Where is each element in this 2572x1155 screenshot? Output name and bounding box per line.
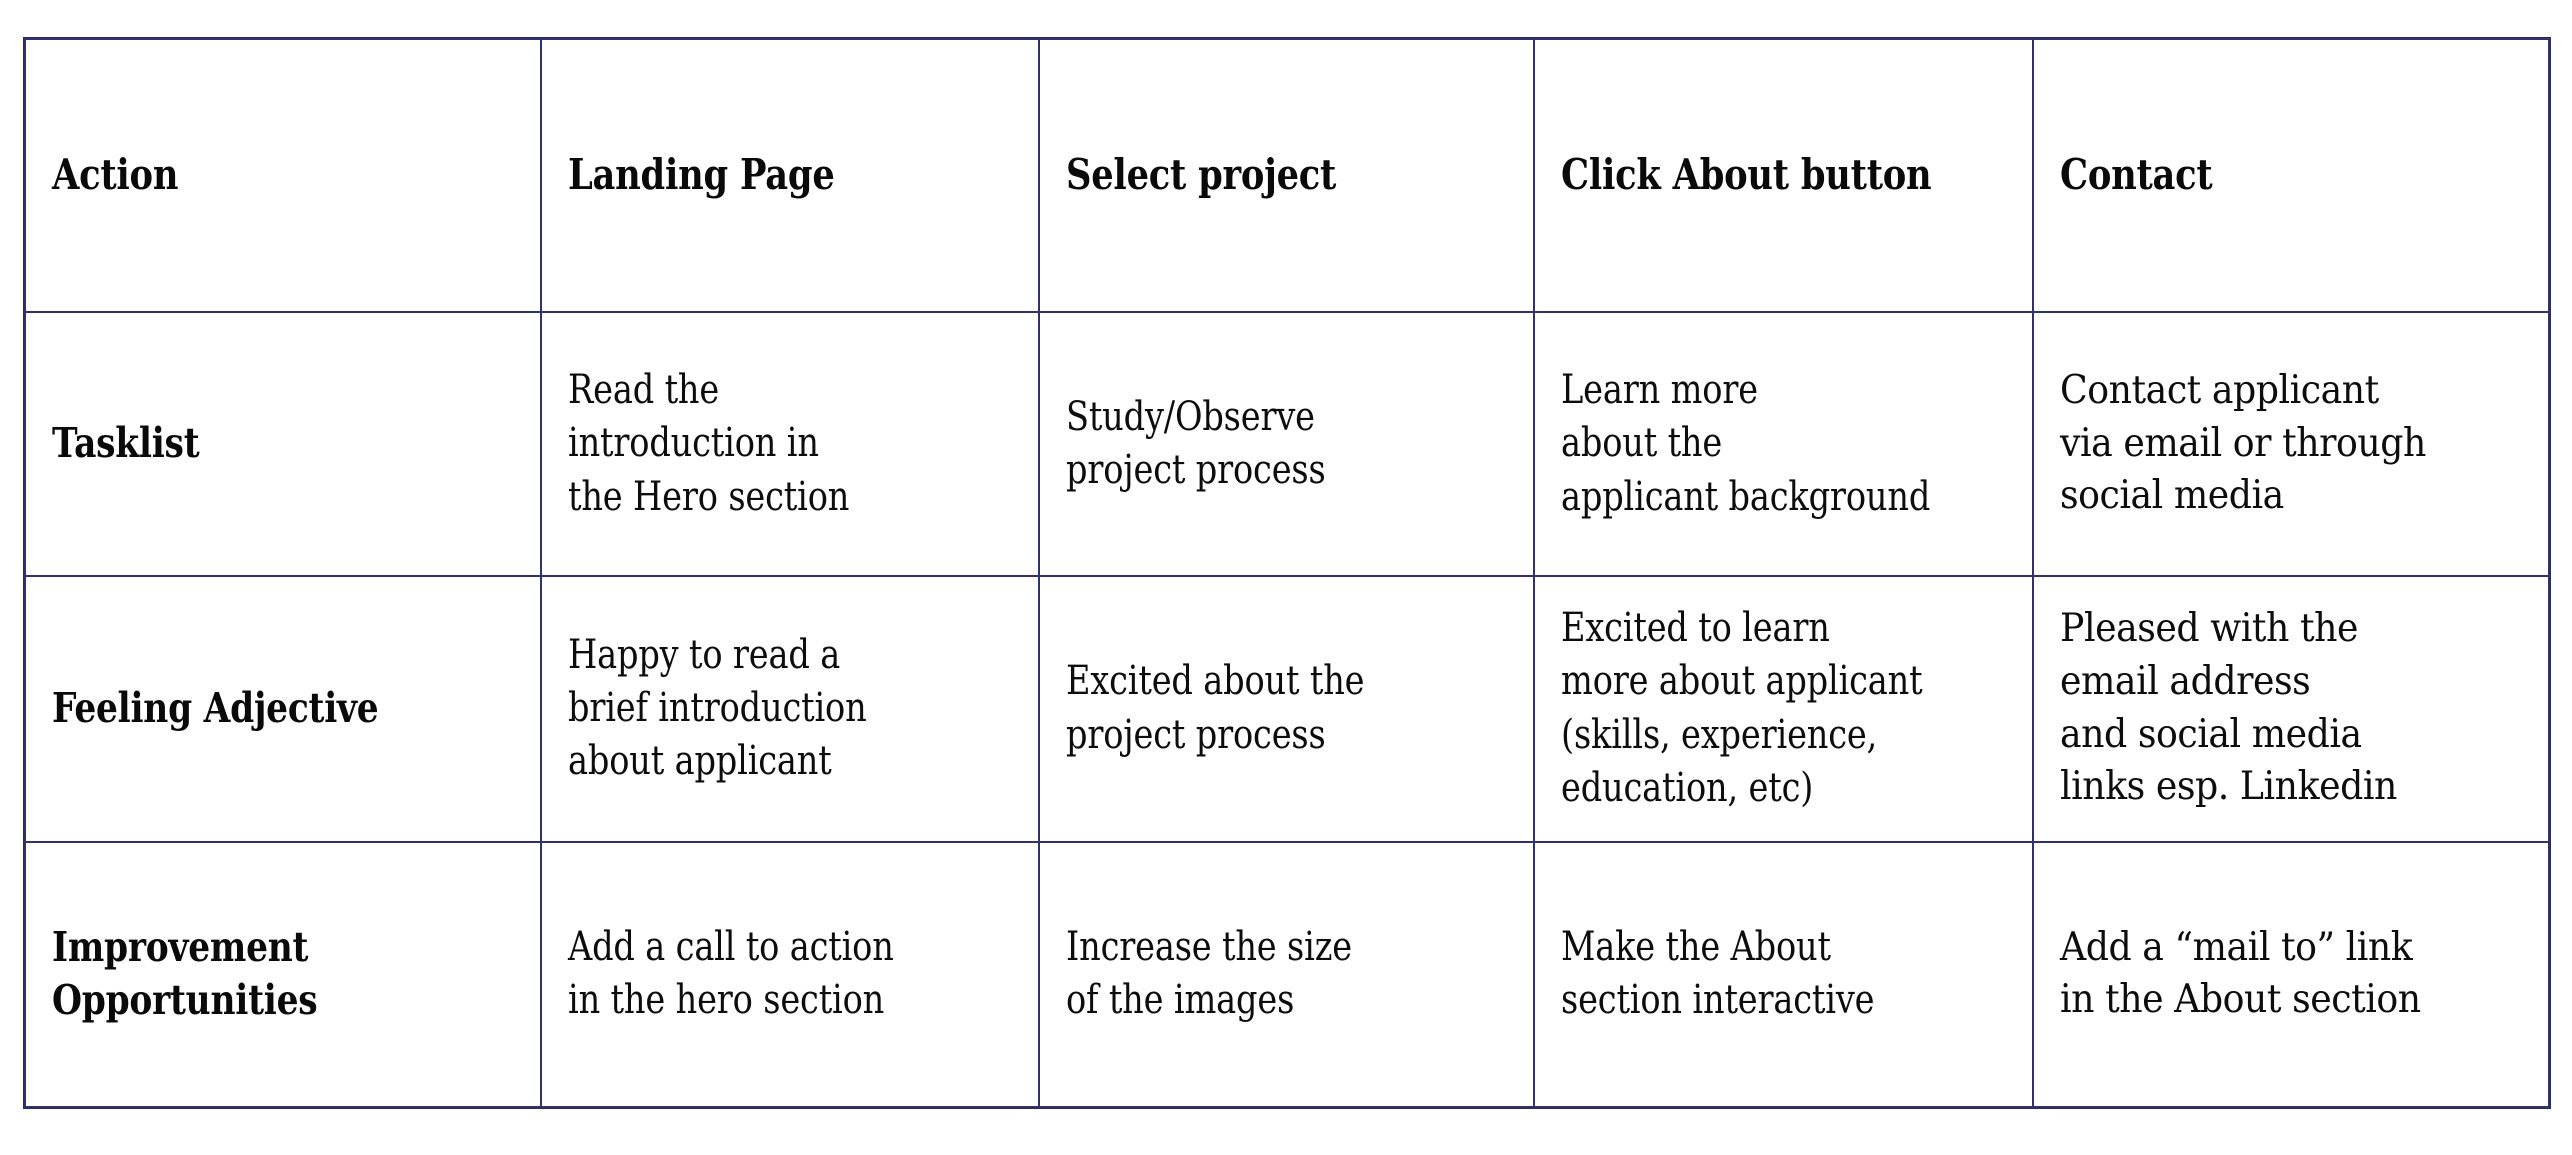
cell-improvement-select-project: Increase the size of the images <box>1038 840 1535 1109</box>
cell-feeling-click-about-button: Excited to learn more about applicant (s… <box>1533 574 2034 843</box>
cell-tasklist-click-about-button: Learn more about the applicant backgroun… <box>1533 311 2034 577</box>
row-label-cell-feeling-adjective: Feeling Adjective <box>24 574 542 843</box>
header-cell-landing-page: Landing Page <box>540 37 1040 314</box>
cell-improvement-click-about-button: Make the About section interactive <box>1533 840 2034 1109</box>
cell-text-feeling-select-project: Excited about the project process <box>1066 658 1365 758</box>
header-cell-contact: Contact <box>2032 37 2550 314</box>
cell-text-improvement-select-project: Increase the size of the images <box>1066 924 1352 1024</box>
header-label-landing-page: Landing Page <box>568 150 835 200</box>
header-label-action: Action <box>52 150 179 200</box>
cell-text-tasklist-select-project: Study/Observe project process <box>1066 393 1326 493</box>
cell-tasklist-landing-page: Read the introduction in the Hero sectio… <box>540 311 1040 577</box>
journey-map-table: Action Landing Page Select project Click… <box>23 37 2551 1109</box>
cell-text-improvement-landing-page: Add a call to action in the hero section <box>568 924 894 1024</box>
cell-feeling-contact: Pleased with the email address and socia… <box>2032 574 2550 843</box>
cell-text-feeling-click-about-button: Excited to learn more about applicant (s… <box>1561 605 1923 811</box>
table-row-tasklist: Tasklist Read the introduction in the He… <box>24 311 2550 577</box>
cell-text-feeling-landing-page: Happy to read a brief introduction about… <box>568 631 867 785</box>
row-label-feeling-adjective: Feeling Adjective <box>52 683 379 732</box>
journey-map-table-container: Action Landing Page Select project Click… <box>23 37 2551 1109</box>
header-cell-select-project: Select project <box>1038 37 1535 314</box>
cell-text-tasklist-landing-page: Read the introduction in the Hero sectio… <box>568 367 850 520</box>
row-label-improvement-opportunities: Improvement Opportunities <box>52 923 318 1025</box>
cell-text-improvement-contact: Add a “mail to” link in the About sectio… <box>2060 924 2421 1023</box>
header-cell-click-about-button: Click About button <box>1533 37 2034 314</box>
cell-text-tasklist-click-about-button: Learn more about the applicant backgroun… <box>1561 367 1931 520</box>
cell-tasklist-contact: Contact applicant via email or through s… <box>2032 311 2550 577</box>
cell-feeling-select-project: Excited about the project process <box>1038 574 1535 843</box>
table-row-feeling-adjective: Feeling Adjective Happy to read a brief … <box>24 574 2550 843</box>
row-label-cell-improvement-opportunities: Improvement Opportunities <box>24 840 542 1109</box>
header-label-click-about-button: Click About button <box>1561 150 1932 200</box>
cell-improvement-landing-page: Add a call to action in the hero section <box>540 840 1040 1109</box>
row-label-tasklist: Tasklist <box>52 419 200 468</box>
cell-text-improvement-click-about-button: Make the About section interactive <box>1561 924 1875 1024</box>
cell-improvement-contact: Add a “mail to” link in the About sectio… <box>2032 840 2550 1109</box>
table-row-improvement-opportunities: Improvement Opportunities Add a call to … <box>24 840 2550 1109</box>
header-cell-action: Action <box>24 37 542 314</box>
cell-text-tasklist-contact: Contact applicant via email or through s… <box>2060 367 2426 519</box>
cell-feeling-landing-page: Happy to read a brief introduction about… <box>540 574 1040 843</box>
row-label-cell-tasklist: Tasklist <box>24 311 542 577</box>
table-header-row: Action Landing Page Select project Click… <box>24 37 2550 314</box>
cell-tasklist-select-project: Study/Observe project process <box>1038 311 1535 577</box>
cell-text-feeling-contact: Pleased with the email address and socia… <box>2060 606 2397 810</box>
header-label-contact: Contact <box>2060 150 2213 200</box>
header-label-select-project: Select project <box>1066 150 1337 200</box>
